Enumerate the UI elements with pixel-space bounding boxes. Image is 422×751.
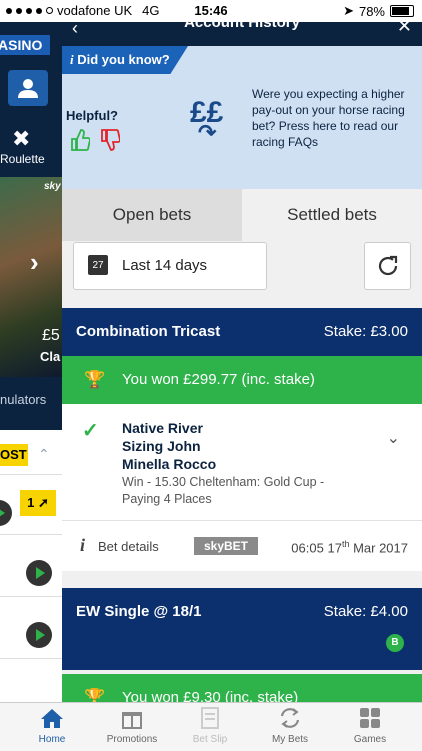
skybet-logo: skyBET <box>194 537 258 555</box>
runner-name: Sizing John <box>122 438 201 454</box>
boost-tag[interactable]: 1 ➚ <box>20 490 56 516</box>
bet-stake: Stake: £3.00 <box>323 323 408 340</box>
tab-open-bets[interactable]: Open bets <box>62 189 242 241</box>
home-icon <box>41 709 63 728</box>
winnings-banner: 🏆 You won £9.30 (inc. stake) <box>62 674 422 702</box>
did-you-know-tab: i Did you know? <box>62 46 188 74</box>
check-icon: ✓ <box>82 420 99 442</box>
bottom-tab-bar: Home Promotions Bet Slip My Bets Games <box>0 702 422 751</box>
arrow-icon: ➚ <box>37 495 49 510</box>
account-button[interactable] <box>8 70 48 106</box>
status-right: ➤ 78% <box>343 3 414 19</box>
gift-icon <box>122 712 142 729</box>
bet-day: 17 <box>327 540 342 556</box>
thumbs-up-icon[interactable] <box>70 128 90 152</box>
roulette-icon[interactable]: ✖ <box>12 126 30 152</box>
tab-promotions[interactable]: Promotions <box>90 703 174 751</box>
betslip-icon <box>201 707 219 729</box>
account-history-panel: ‹ Account History ✕ i Did you know? Help… <box>62 22 422 702</box>
play-icon[interactable] <box>26 560 52 586</box>
casino-logo[interactable]: ASINO <box>0 35 50 55</box>
games-icon <box>360 708 380 728</box>
race-description: Win - 15.30 Cheltenham: Gold Cup - Payin… <box>122 475 325 506</box>
chevron-right-icon[interactable]: › <box>30 247 39 278</box>
tab-label: Promotions <box>106 734 158 745</box>
tab-label: My Bets <box>271 734 309 745</box>
sky-logo: sky <box>44 181 61 192</box>
refresh-button[interactable] <box>364 242 411 290</box>
bet-tabs: Open bets Settled bets <box>62 189 422 241</box>
bet-day-suffix: th <box>341 539 350 549</box>
did-you-know-banner[interactable]: i Did you know? Helpful? ££ ↷ Were you ex… <box>62 46 422 189</box>
location-icon: ➤ <box>343 3 354 18</box>
trophy-icon: 🏆 <box>84 688 106 702</box>
info-icon: i <box>70 52 74 67</box>
mybets-icon <box>280 708 300 728</box>
bet-month-year: Mar 2017 <box>353 540 408 556</box>
battery-icon <box>390 5 414 17</box>
thumbs-down-icon[interactable] <box>100 128 120 152</box>
did-you-know-label: Did you know? <box>77 52 170 67</box>
bet-type: Combination Tricast <box>76 323 221 340</box>
tab-label: Bet Slip <box>192 734 228 745</box>
tab-bet-slip[interactable]: Bet Slip <box>168 703 252 751</box>
info-icon: i <box>80 535 86 555</box>
currency-icon: ££ ↷ <box>190 96 224 145</box>
bet-details-link[interactable]: Bet details <box>98 539 159 554</box>
bet-card-header[interactable]: EW Single @ 18/1 Stake: £4.00 B <box>62 588 422 670</box>
battery-percent: 78% <box>358 3 385 19</box>
runner-name: Minella Rocco <box>122 456 217 472</box>
panel-header: ‹ Account History ✕ <box>62 22 422 46</box>
trophy-icon: 🏆 <box>84 370 106 389</box>
user-icon <box>18 79 38 98</box>
tab-my-bets[interactable]: My Bets <box>248 703 332 751</box>
tab-label: Games <box>353 734 387 745</box>
play-icon[interactable] <box>26 622 52 648</box>
boost-label: OST <box>0 444 28 466</box>
runner-name: Native River <box>122 420 203 436</box>
tab-home[interactable]: Home <box>10 703 94 751</box>
event-list <box>0 430 64 702</box>
bet-details-row: i Bet details skyBET 06:05 17th Mar 2017 <box>62 520 422 571</box>
did-you-know-message[interactable]: Were you expecting a higher pay-out on y… <box>252 86 412 150</box>
promo-banner[interactable]: sky › £5 Cla <box>0 177 64 377</box>
helpful-label: Helpful? <box>66 108 118 123</box>
date-range-button[interactable]: 27 Last 14 days <box>73 242 267 290</box>
bet-selection[interactable]: ✓ Native River Sizing John Minella Rocco… <box>62 404 422 520</box>
close-icon[interactable]: ✕ <box>397 22 412 37</box>
bet-stake: Stake: £4.00 <box>323 603 408 620</box>
promo-price: £5 <box>42 327 60 344</box>
bet-type: EW Single @ 18/1 <box>76 603 202 620</box>
bet-card-header[interactable]: Combination Tricast Stake: £3.00 <box>62 308 422 356</box>
double-chevron-up-icon[interactable]: ⌃ <box>38 446 50 463</box>
boost-tag-value: 1 <box>27 495 35 510</box>
play-icon[interactable] <box>0 500 12 526</box>
page-title: Account History <box>184 22 300 31</box>
accumulators-label[interactable]: nulators <box>0 392 64 407</box>
roulette-label[interactable]: Roulette <box>0 152 45 166</box>
feedback-buttons <box>70 128 120 152</box>
status-bar: vodafone UK 4G 15:46 ➤ 78% <box>0 0 422 22</box>
bet-time: 06:05 <box>291 540 324 556</box>
promo-text: Cla <box>40 349 61 364</box>
bet-datetime: 06:05 17th Mar 2017 <box>291 539 408 555</box>
tab-games[interactable]: Games <box>328 703 412 751</box>
medal-icon: B <box>386 634 404 652</box>
winnings-text: You won £9.30 (inc. stake) <box>122 689 299 702</box>
tab-label: Home <box>38 734 66 745</box>
date-range-label: Last 14 days <box>122 257 208 274</box>
calendar-icon: 27 <box>88 255 108 275</box>
chevron-down-icon[interactable]: ⌄ <box>387 428 400 448</box>
refresh-icon <box>378 255 397 276</box>
winnings-text: You won £299.77 (inc. stake) <box>122 371 315 388</box>
background-app: ASINO ✖ Roulette sky › £5 Cla nulators O… <box>0 22 64 702</box>
winnings-banner: 🏆 You won £299.77 (inc. stake) <box>62 356 422 404</box>
tab-settled-bets[interactable]: Settled bets <box>242 189 422 241</box>
